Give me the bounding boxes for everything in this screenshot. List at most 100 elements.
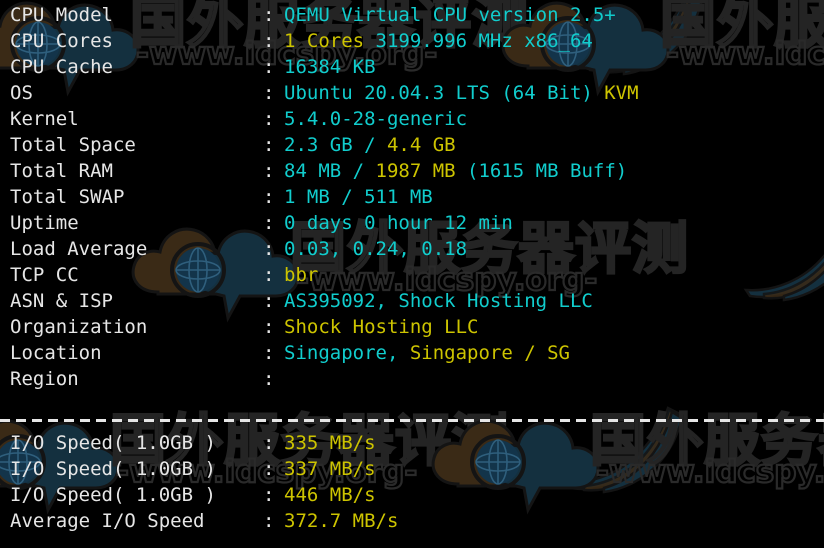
info-row-value: 1 Cores 3199.996 MHz x86_64 bbox=[284, 28, 593, 54]
io-row-colon: : bbox=[263, 484, 275, 506]
io-row-value: 446 MB/s bbox=[284, 484, 376, 506]
info-value-segment: 84 MB bbox=[284, 160, 353, 182]
io-row: Average I/O Speed:372.7 MB/s bbox=[0, 508, 824, 534]
io-row-label: Average I/O Speed bbox=[10, 510, 205, 532]
info-row-label: Kernel bbox=[10, 108, 79, 130]
info-value-segment: Singapore / SG bbox=[409, 342, 570, 364]
info-row-colon: : bbox=[263, 290, 275, 312]
info-row-colon: : bbox=[263, 186, 275, 208]
io-row-colon: : bbox=[263, 510, 275, 532]
info-row-value: Ubuntu 20.04.3 LTS (64 Bit) KVM bbox=[284, 80, 639, 106]
info-row-value: bbr bbox=[284, 262, 318, 288]
info-row-colon: : bbox=[263, 342, 275, 364]
info-row-colon: : bbox=[263, 212, 275, 234]
info-row-colon: : bbox=[263, 4, 275, 26]
info-row-value: AS395092, Shock Hosting LLC bbox=[284, 288, 593, 314]
info-row-colon: : bbox=[263, 108, 275, 130]
info-row-label: CPU Model bbox=[10, 4, 113, 26]
info-row: Region: bbox=[0, 366, 824, 392]
terminal-window: 国外服务器评测 -www.idcspy.org- 国外服 -www.idc 国外… bbox=[0, 0, 824, 548]
info-row-value: 5.4.0-28-generic bbox=[284, 106, 467, 132]
io-row-label: I/O Speed( 1.0GB ) bbox=[10, 432, 216, 454]
info-row-colon: : bbox=[263, 160, 275, 182]
info-row-label: CPU Cache bbox=[10, 56, 113, 78]
info-row: CPU Cache:16384 KB bbox=[0, 54, 824, 80]
info-value-segment: 4.4 GB bbox=[375, 134, 456, 156]
info-row: CPU Cores:1 Cores 3199.996 MHz x86_64 bbox=[0, 28, 824, 54]
info-row-colon: : bbox=[263, 316, 275, 338]
info-row: ASN & ISP: AS395092, Shock Hosting LLC bbox=[0, 288, 824, 314]
info-row-label: Organization bbox=[10, 316, 148, 338]
info-value-segment: 16384 KB bbox=[284, 56, 376, 78]
info-row-label: ASN & ISP bbox=[10, 290, 113, 312]
io-row-colon: : bbox=[263, 458, 275, 480]
info-value-segment: 1 Cores bbox=[284, 30, 365, 52]
info-row: Location: Singapore, Singapore / SG bbox=[0, 340, 824, 366]
io-speed-block: I/O Speed( 1.0GB ):335 MB/s I/O Speed( 1.… bbox=[0, 430, 824, 534]
info-row-colon: : bbox=[263, 238, 275, 260]
info-value-segment: KVM bbox=[604, 82, 639, 104]
section-divider bbox=[0, 419, 824, 422]
info-value-segment: 5.4.0-28-generic bbox=[284, 108, 468, 130]
info-value-segment: / bbox=[352, 160, 365, 182]
info-value-segment: 0.03, 0.24, 0.18 bbox=[284, 238, 468, 260]
io-row-value: 335 MB/s bbox=[284, 432, 376, 454]
info-row-label: Total SWAP bbox=[10, 186, 125, 208]
info-row-colon: : bbox=[263, 134, 275, 156]
info-row-value: QEMU Virtual CPU version 2.5+ bbox=[284, 2, 616, 28]
info-value-segment: Ubuntu 20.04.3 LTS (64 Bit) bbox=[284, 82, 605, 104]
info-value-segment: 2.3 GB bbox=[284, 134, 365, 156]
io-row-label: I/O Speed( 1.0GB ) bbox=[10, 458, 216, 480]
info-value-segment: 1987 MB bbox=[364, 160, 456, 182]
info-value-segment: (1615 MB Buff) bbox=[455, 160, 628, 182]
io-row-value: 372.7 MB/s bbox=[284, 510, 399, 532]
info-row-value: 0 days 0 hour 12 min bbox=[284, 210, 513, 236]
io-row-label: I/O Speed( 1.0GB ) bbox=[10, 484, 216, 506]
info-row: Kernel:5.4.0-28-generic bbox=[0, 106, 824, 132]
info-row: Organization: Shock Hosting LLC bbox=[0, 314, 824, 340]
info-value-segment: AS395092, Shock Hosting LLC bbox=[284, 290, 593, 312]
info-row-colon: : bbox=[263, 82, 275, 104]
info-value-segment: bbr bbox=[284, 264, 319, 286]
info-row-label: CPU Cores bbox=[10, 30, 113, 52]
info-value-segment: 1 MB / 511 MB bbox=[284, 186, 433, 208]
info-row-label: Location bbox=[10, 342, 102, 364]
info-row: Total RAM:84 MB / 1987 MB (1615 MB Buff) bbox=[0, 158, 824, 184]
info-value-segment: Singapore, bbox=[284, 342, 410, 364]
io-row: I/O Speed( 1.0GB ):337 MB/s bbox=[0, 456, 824, 482]
info-row-label: OS bbox=[10, 82, 33, 104]
info-value-segment: Shock Hosting LLC bbox=[284, 316, 479, 338]
info-row-value: 16384 KB bbox=[284, 54, 376, 80]
info-row-label: Region bbox=[10, 368, 79, 390]
info-row-label: Total RAM bbox=[10, 160, 113, 182]
info-row-value: Singapore, Singapore / SG bbox=[284, 340, 570, 366]
info-row-label: Total Space bbox=[10, 134, 136, 156]
io-row-colon: : bbox=[263, 432, 275, 454]
info-value-segment: 0 days 0 hour 12 min bbox=[284, 212, 513, 234]
info-row-colon: : bbox=[263, 368, 275, 390]
info-value-segment: / bbox=[364, 134, 376, 156]
info-row: Total SWAP:1 MB / 511 MB bbox=[0, 184, 824, 210]
info-row-colon: : bbox=[263, 56, 275, 78]
info-row-label: Uptime bbox=[10, 212, 79, 234]
system-info-block: CPU Model: QEMU Virtual CPU version 2.5+ C… bbox=[0, 2, 824, 392]
info-row-value: 1 MB / 511 MB bbox=[284, 184, 433, 210]
info-value-segment: 3199.996 MHz x86_64 bbox=[364, 30, 593, 52]
info-row: OS: Ubuntu 20.04.3 LTS (64 Bit) KVM bbox=[0, 80, 824, 106]
info-row: Total Space:2.3 GB / 4.4 GB bbox=[0, 132, 824, 158]
io-row-value: 337 MB/s bbox=[284, 458, 376, 480]
info-row: CPU Model: QEMU Virtual CPU version 2.5+ bbox=[0, 2, 824, 28]
info-row: Load Average:0.03, 0.24, 0.18 bbox=[0, 236, 824, 262]
io-row: I/O Speed( 1.0GB ):446 MB/s bbox=[0, 482, 824, 508]
info-row-value: Shock Hosting LLC bbox=[284, 314, 478, 340]
info-row: TCP CC: bbr bbox=[0, 262, 824, 288]
info-row-value: 0.03, 0.24, 0.18 bbox=[284, 236, 467, 262]
info-row: Uptime:0 days 0 hour 12 min bbox=[0, 210, 824, 236]
info-row-colon: : bbox=[263, 264, 275, 286]
info-row-colon: : bbox=[263, 30, 275, 52]
info-row-value: 2.3 GB / 4.4 GB bbox=[284, 132, 456, 158]
info-row-value: 84 MB / 1987 MB (1615 MB Buff) bbox=[284, 158, 627, 184]
io-row: I/O Speed( 1.0GB ):335 MB/s bbox=[0, 430, 824, 456]
terminal-text-layer: CPU Model: QEMU Virtual CPU version 2.5+ C… bbox=[0, 0, 824, 548]
info-row-label: TCP CC bbox=[10, 264, 79, 286]
